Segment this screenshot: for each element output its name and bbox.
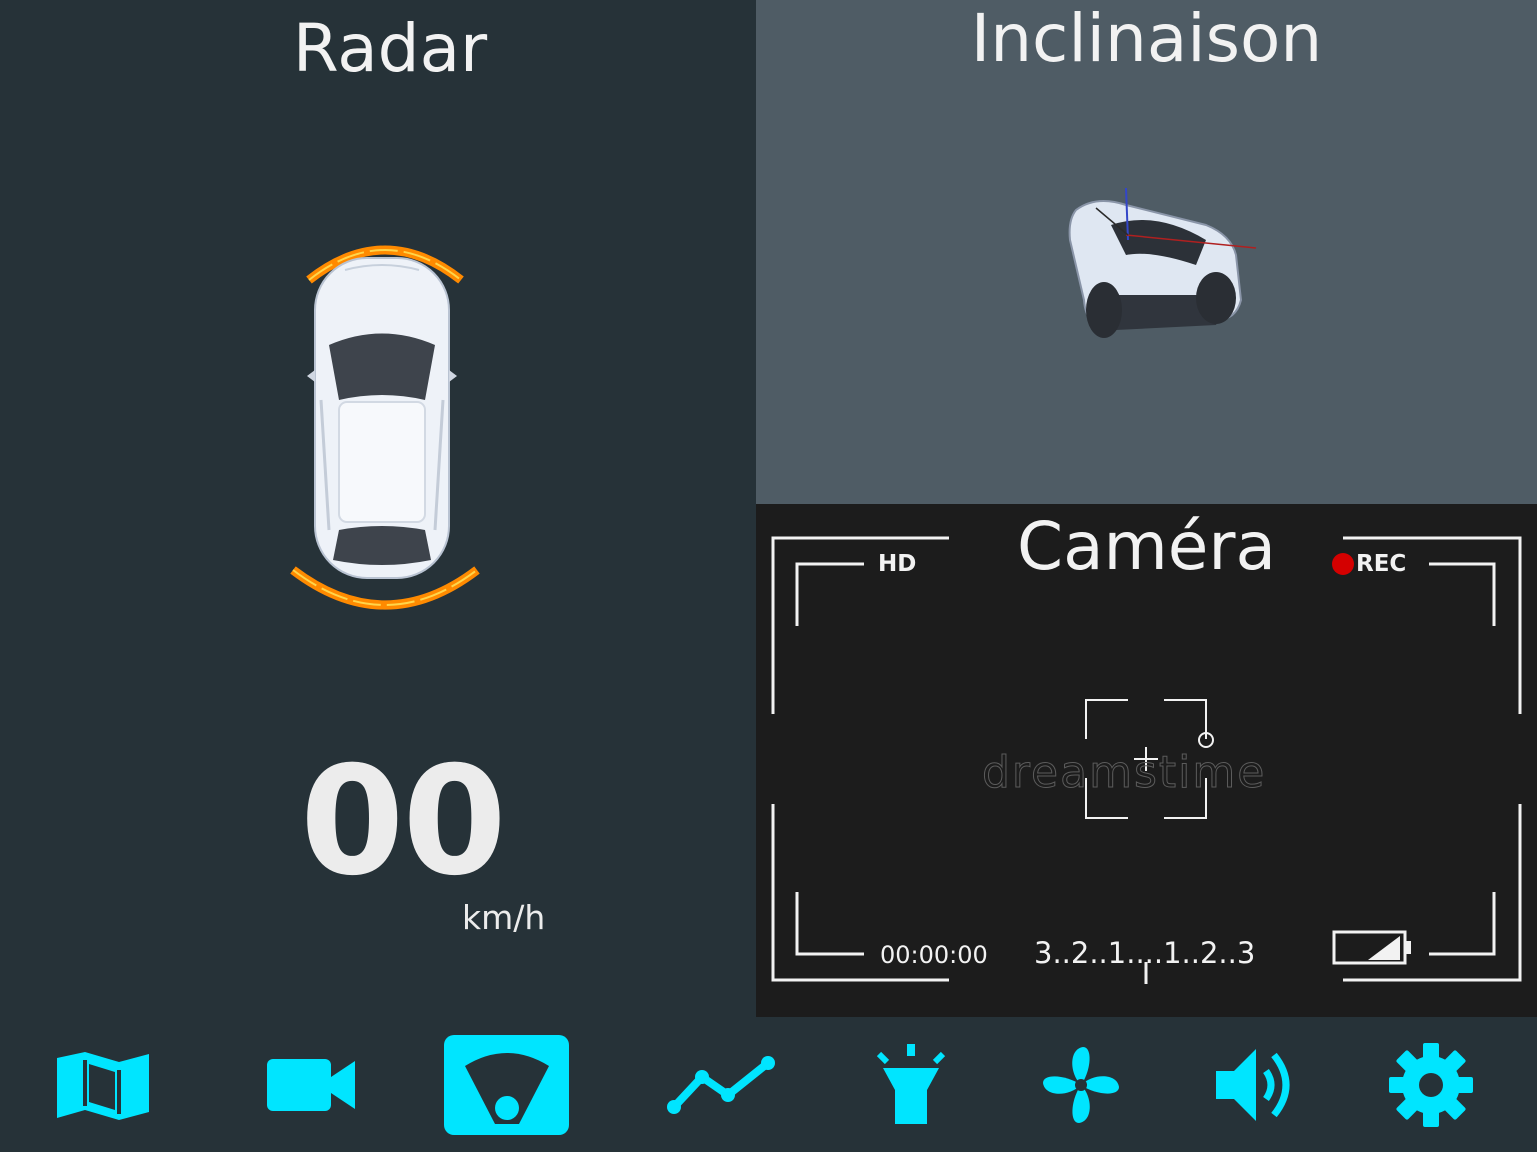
- speed-value: 00: [300, 735, 507, 909]
- nav-sound-button[interactable]: [1192, 1035, 1317, 1135]
- video-camera-icon: [266, 1059, 355, 1111]
- car-3d-model: [1068, 187, 1257, 338]
- car-top-view: [290, 245, 480, 610]
- radar-gauge-icon: [464, 1053, 549, 1124]
- fan-icon: [1042, 1047, 1119, 1123]
- radar-panel: Radar 00 km/h: [0, 0, 756, 1017]
- radar-title: Radar: [292, 10, 488, 87]
- rec-label: REC: [1356, 551, 1407, 577]
- camera-panel: Caméra HD REC dreamstime 00:00:00 3..2..…: [756, 504, 1537, 1017]
- flashlight-icon: [876, 1044, 945, 1124]
- tilt-title: Inclinaison: [970, 0, 1323, 77]
- camera-title: Caméra: [1016, 508, 1276, 585]
- nav-radar-button[interactable]: [444, 1035, 569, 1135]
- nav-map-button[interactable]: [40, 1035, 165, 1135]
- bottom-nav: [0, 1017, 1537, 1152]
- gear-icon: [1388, 1043, 1473, 1127]
- nav-settings-button[interactable]: [1368, 1035, 1493, 1135]
- tilt-panel: Inclinaison: [756, 0, 1537, 504]
- quality-badge: HD: [878, 551, 917, 577]
- exposure-scale: 3..2..1..​..1..2..3: [1034, 936, 1256, 970]
- watermark: dreamstime: [981, 747, 1267, 799]
- dashboard: Radar 00 km/h Inclinaison Caméra HD REC …: [0, 0, 1537, 1152]
- nav-light-button[interactable]: [848, 1035, 973, 1135]
- volume-icon: [1215, 1049, 1289, 1121]
- nav-fan-button[interactable]: [1018, 1035, 1143, 1135]
- map-icon: [56, 1052, 149, 1120]
- timecode: 00:00:00: [880, 941, 988, 969]
- nav-camera-button[interactable]: [248, 1035, 373, 1135]
- line-chart-icon: [666, 1056, 775, 1114]
- nav-chart-button[interactable]: [658, 1035, 783, 1135]
- speed-unit: km/h: [462, 898, 546, 937]
